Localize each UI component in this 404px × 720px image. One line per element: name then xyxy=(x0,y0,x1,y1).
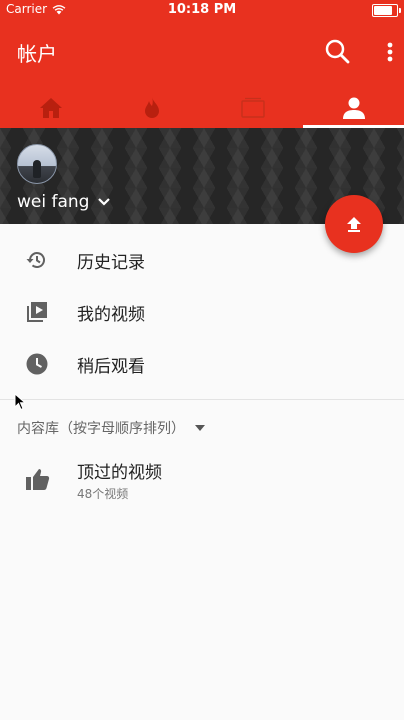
upload-icon xyxy=(347,217,361,232)
menu-item-label: 我的视频 xyxy=(77,304,145,325)
battery-icon xyxy=(372,4,401,17)
history-icon xyxy=(26,252,45,269)
trending-icon xyxy=(144,97,159,118)
status-time: 10:18 PM xyxy=(167,2,237,17)
playlist-video-count: 48个视频 xyxy=(77,487,129,501)
menu-item-my-videos[interactable]: 我的视频 xyxy=(0,286,404,338)
more-options-icon[interactable] xyxy=(378,36,402,68)
status-bar: Carrier 10:18 PM xyxy=(0,0,404,20)
menu-item-label: 历史记录 xyxy=(77,252,145,273)
tab-home[interactable] xyxy=(0,88,101,128)
app-bar: 帐户 xyxy=(0,20,404,128)
subscriptions-icon xyxy=(240,97,265,118)
tab-account[interactable] xyxy=(303,88,404,128)
account-menu: 历史记录 我的视频 稍后观看 xyxy=(0,234,404,390)
avatar[interactable] xyxy=(17,144,57,184)
playlist-name: 顶过的视频 xyxy=(77,463,162,483)
playlist-item-liked-videos[interactable]: 顶过的视频 48个视频 xyxy=(0,452,404,508)
search-icon[interactable] xyxy=(322,36,354,68)
menu-item-label: 稍后观看 xyxy=(77,356,145,377)
divider xyxy=(0,399,404,400)
thumbs-up-icon xyxy=(26,469,50,490)
tab-trending[interactable] xyxy=(101,88,202,128)
page-title: 帐户 xyxy=(17,42,57,66)
chevron-down-icon xyxy=(98,198,111,206)
library-header: 内容库（按字母顺序排列） xyxy=(17,421,185,437)
tab-bar xyxy=(0,88,404,128)
home-icon xyxy=(39,98,62,118)
battery-level xyxy=(374,6,392,15)
caret-down-icon xyxy=(195,425,205,431)
tab-subscriptions[interactable] xyxy=(202,88,303,128)
menu-item-history[interactable]: 历史记录 xyxy=(0,234,404,286)
my-videos-icon xyxy=(27,302,47,322)
mouse-cursor-icon xyxy=(14,393,26,411)
avatar-figure xyxy=(33,160,41,178)
account-icon xyxy=(342,97,365,119)
watch-later-icon xyxy=(26,353,48,375)
library-sort-dropdown[interactable]: 内容库（按字母顺序排列） xyxy=(17,418,205,438)
username: wei fang xyxy=(17,192,90,212)
menu-item-watch-later[interactable]: 稍后观看 xyxy=(0,338,404,390)
account-switcher[interactable]: wei fang xyxy=(17,192,111,212)
